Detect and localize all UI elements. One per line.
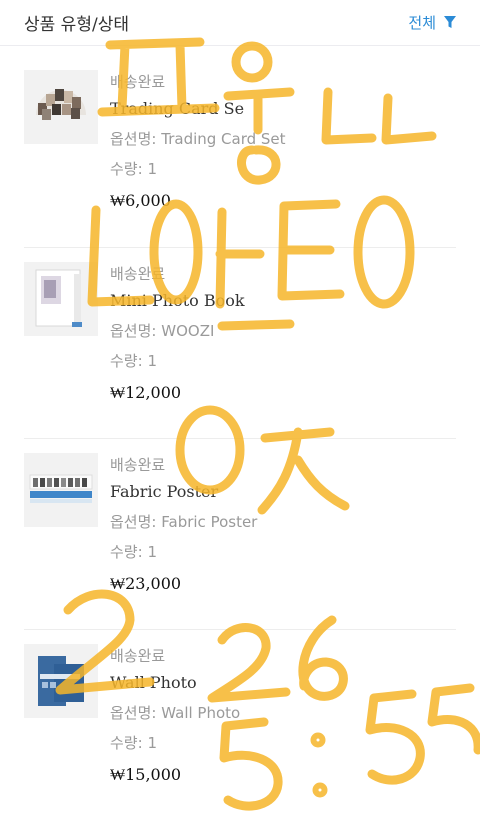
- quantity-value: 1: [147, 734, 157, 752]
- product-thumbnail[interactable]: [24, 70, 98, 144]
- delivery-status: 배송완료: [110, 73, 166, 91]
- page-title: 상품 유형/상태: [24, 15, 129, 35]
- quantity-label: 수량:: [110, 543, 143, 561]
- quantity-label: 수량:: [110, 734, 143, 752]
- quantity-label: 수량:: [110, 352, 143, 370]
- filter-icon: [444, 16, 456, 29]
- option-line: 옵션명: Trading Card Set: [110, 124, 456, 154]
- quantity-line: 수량: 1: [110, 346, 456, 376]
- product-name[interactable]: Wall Photo: [110, 668, 456, 698]
- quantity-value: 1: [147, 543, 157, 561]
- option-label: 옵션명:: [110, 704, 157, 722]
- option-line: 옵션명: Fabric Poster: [110, 507, 456, 537]
- product-thumbnail[interactable]: [24, 453, 98, 527]
- quantity-value: 1: [147, 352, 157, 370]
- order-item[interactable]: 배송완료 Wall Photo 옵션명: Wall Photo 수량: 1 ₩1…: [24, 629, 456, 820]
- trading-card-image: [24, 70, 98, 144]
- photo-book-image: [24, 262, 98, 336]
- product-name[interactable]: Mini Photo Book: [110, 286, 456, 316]
- delivery-status: 배송완료: [110, 265, 166, 283]
- option-label: 옵션명:: [110, 322, 157, 340]
- order-list: 배송완료 Trading Card Se 옵션명: Trading Card S…: [0, 56, 480, 820]
- option-value: Fabric Poster: [161, 513, 258, 531]
- product-price: ₩23,000: [110, 574, 182, 593]
- order-item[interactable]: 배송완료 Trading Card Se 옵션명: Trading Card S…: [24, 56, 456, 247]
- option-line: 옵션명: WOOZI: [110, 316, 456, 346]
- delivery-status: 배송완료: [110, 647, 166, 665]
- filter-label: 전체: [408, 14, 436, 32]
- filter-button[interactable]: 전체: [408, 12, 456, 33]
- product-name[interactable]: Trading Card Se: [110, 94, 456, 124]
- product-thumbnail[interactable]: [24, 644, 98, 718]
- option-value: WOOZI: [161, 322, 215, 340]
- product-price: ₩6,000: [110, 191, 171, 210]
- product-name[interactable]: Fabric Poster: [110, 477, 456, 507]
- order-item[interactable]: 배송완료 Mini Photo Book 옵션명: WOOZI 수량: 1 ₩1…: [24, 247, 456, 438]
- product-thumbnail[interactable]: [24, 262, 98, 336]
- header-bar: 상품 유형/상태 전체: [0, 0, 480, 46]
- fabric-poster-image: [24, 453, 98, 527]
- quantity-line: 수량: 1: [110, 537, 456, 567]
- quantity-label: 수량:: [110, 160, 143, 178]
- option-value: Trading Card Set: [161, 130, 286, 148]
- quantity-line: 수량: 1: [110, 728, 456, 758]
- quantity-line: 수량: 1: [110, 154, 456, 184]
- wall-photo-image: [24, 644, 98, 718]
- product-price: ₩15,000: [110, 765, 182, 784]
- delivery-status: 배송완료: [110, 456, 166, 474]
- product-price: ₩12,000: [110, 383, 182, 402]
- option-label: 옵션명:: [110, 130, 157, 148]
- option-line: 옵션명: Wall Photo: [110, 698, 456, 728]
- option-value: Wall Photo: [161, 704, 241, 722]
- quantity-value: 1: [147, 160, 157, 178]
- option-label: 옵션명:: [110, 513, 157, 531]
- order-item[interactable]: 배송완료 Fabric Poster 옵션명: Fabric Poster 수량…: [24, 438, 456, 629]
